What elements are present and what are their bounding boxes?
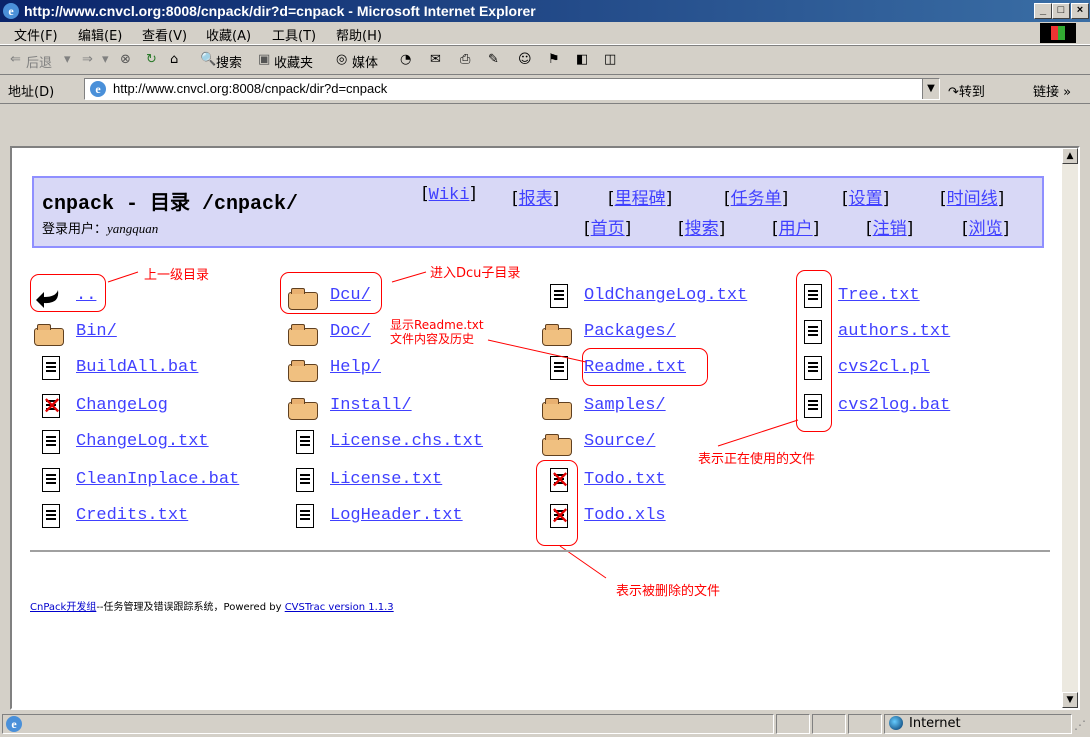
menu-tools[interactable]: 工具(T): [272, 25, 316, 44]
status-bar: e Internet ⋰: [0, 712, 1090, 737]
annotation-readme-2: 文件内容及历史: [390, 332, 475, 346]
status-segment: [776, 714, 810, 734]
vertical-scrollbar[interactable]: ▲ ▼: [1062, 148, 1078, 708]
tools-icon[interactable]: ◧: [576, 52, 588, 67]
back-dropdown-icon[interactable]: ▾: [64, 52, 71, 67]
annotation-deleted: 表示被删除的文件: [616, 584, 721, 599]
window-title: http://www.cnvcl.org:8008/cnpack/dir?d=c…: [24, 3, 536, 19]
status-segment: [812, 714, 846, 734]
annotation-in-use: 表示正在使用的文件: [698, 452, 816, 467]
menu-view[interactable]: 查看(V): [142, 25, 187, 44]
close-button[interactable]: ×: [1071, 3, 1089, 19]
cnpack-team-link[interactable]: CnPack开发组: [30, 602, 96, 613]
history-icon[interactable]: ◔: [400, 52, 411, 67]
footer-text: --任务管理及错误跟踪系统，Powered by: [96, 602, 285, 613]
divider: [30, 550, 1050, 552]
edit-icon[interactable]: ✎: [488, 52, 499, 67]
messenger-icon[interactable]: ☺: [518, 52, 532, 67]
annotation-enter-dcu: 进入Dcu子目录: [430, 266, 521, 281]
menu-edit[interactable]: 编辑(E): [78, 25, 122, 44]
page-footer: CnPack开发组--任务管理及错误跟踪系统，Powered by CVSTra…: [30, 598, 394, 613]
annotation-arrows: [107, 271, 799, 579]
stop-icon[interactable]: ⊗: [120, 52, 131, 67]
scroll-up-icon[interactable]: ▲: [1062, 148, 1078, 164]
status-zone: Internet: [884, 714, 1072, 734]
annotation-up-directory: 上一级目录: [144, 268, 210, 283]
address-url[interactable]: http://www.cnvcl.org:8008/cnpack/dir?d=c…: [113, 81, 387, 96]
back-arrow-icon: ⇐: [10, 52, 21, 67]
minimize-button[interactable]: _: [1034, 3, 1052, 19]
go-button[interactable]: ↷转到: [948, 81, 985, 100]
address-input[interactable]: e http://www.cnvcl.org:8008/cnpack/dir?d…: [84, 78, 940, 100]
back-button[interactable]: 后退: [26, 52, 52, 71]
search-icon: 🔍: [200, 52, 217, 67]
links-label: 链接: [1033, 85, 1060, 100]
menu-file[interactable]: 文件(F): [14, 25, 58, 44]
go-arrow-icon: ↷: [948, 85, 959, 100]
go-label: 转到: [958, 85, 985, 100]
media-icon: ◎: [336, 52, 348, 67]
favorites-button[interactable]: 收藏夹: [274, 52, 313, 71]
links-button[interactable]: 链接 »: [1033, 81, 1071, 100]
favorites-icon: ▣: [258, 52, 271, 67]
refresh-icon[interactable]: ↻: [146, 52, 157, 67]
resize-grip-icon[interactable]: ⋰: [1074, 718, 1086, 732]
scroll-down-icon[interactable]: ▼: [1062, 692, 1078, 708]
title-bar[interactable]: e http://www.cnvcl.org:8008/cnpack/dir?d…: [0, 0, 1090, 22]
page-content: cnpack - 目录 /cnpack/ 登录用户：yangquan [Wiki…: [12, 148, 1062, 708]
toolbar: ⇐ 后退 ▾ ⇒ ▾ ⊗ ↻ ⌂ 🔍 搜索 ▣ 收藏夹 ◎ 媒体 ◔ ✉ ⎙ ✎…: [0, 45, 1090, 75]
menu-favorites[interactable]: 收藏(A): [206, 25, 251, 44]
forward-icon[interactable]: ⇒: [82, 52, 93, 67]
address-bar: 地址(D) e http://www.cnvcl.org:8008/cnpack…: [0, 75, 1090, 104]
print-icon[interactable]: ⎙: [460, 52, 470, 67]
status-page-icon: e: [6, 716, 22, 732]
media-button[interactable]: 媒体: [352, 52, 378, 71]
mail-icon[interactable]: ✉: [430, 52, 441, 67]
internet-zone-icon: [889, 716, 903, 730]
home-icon[interactable]: ⌂: [170, 52, 178, 67]
extra-icon[interactable]: ◫: [604, 52, 616, 67]
status-segment: [848, 714, 882, 734]
cvstrac-link[interactable]: CVSTrac version 1.1.3: [285, 602, 394, 613]
address-label: 地址(D): [8, 85, 55, 100]
menu-help[interactable]: 帮助(H): [336, 25, 382, 44]
research-icon[interactable]: ⚑: [548, 52, 560, 67]
zone-label: Internet: [909, 716, 961, 731]
address-dropdown-icon[interactable]: ▼: [922, 79, 939, 99]
page-icon: e: [90, 81, 106, 97]
windows-logo-icon: [1040, 23, 1076, 43]
search-button[interactable]: 搜索: [216, 52, 242, 71]
maximize-button[interactable]: □: [1052, 3, 1070, 19]
forward-dropdown-icon[interactable]: ▾: [102, 52, 109, 67]
status-text-area: e: [2, 714, 774, 734]
menu-bar: 文件(F) 编辑(E) 查看(V) 收藏(A) 工具(T) 帮助(H): [0, 22, 1090, 45]
ie-logo-icon: e: [3, 3, 19, 19]
